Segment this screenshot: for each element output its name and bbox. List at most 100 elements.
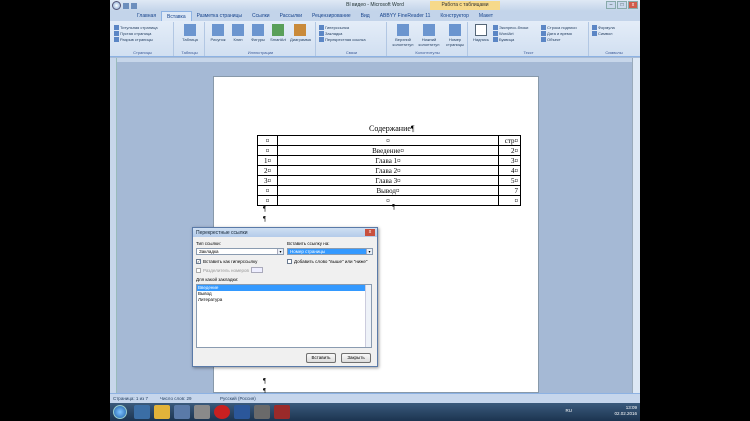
- toc-name-cell[interactable]: ¤: [277, 135, 499, 146]
- toc-name-cell[interactable]: Вывод¤: [277, 185, 499, 196]
- cross-reference-button[interactable]: Перекрестная ссылка: [319, 36, 384, 42]
- toc-num-cell[interactable]: ¤: [257, 135, 278, 146]
- toc-num-cell[interactable]: ¤: [257, 185, 278, 196]
- table-row[interactable]: ¤ ¤ стр¤: [257, 135, 521, 146]
- toc-num-cell[interactable]: 2¤: [257, 165, 278, 176]
- toc-page-cell[interactable]: стр¤: [498, 135, 521, 146]
- language-status[interactable]: Русский (Россия): [220, 396, 256, 401]
- close-button[interactable]: x: [628, 1, 638, 9]
- symbol-button[interactable]: Символ: [592, 30, 636, 36]
- tab-mailings[interactable]: Рассылки: [275, 11, 307, 21]
- tab-home[interactable]: Главная: [132, 11, 161, 21]
- toc-name-cell[interactable]: Глава 3¤: [277, 175, 499, 186]
- toc-page-cell[interactable]: 2¤: [498, 145, 521, 156]
- media-icon[interactable]: [174, 405, 190, 419]
- checkbox-checked-icon: ✓: [196, 259, 201, 264]
- tab-view[interactable]: Вид: [356, 11, 375, 21]
- toc-table[interactable]: ¤ ¤ стр¤ ¤ Введение¤ 2¤ 1¤ Глава 1¤ 3¤ 2¤ Глава 2¤…: [257, 135, 521, 206]
- hyperlink-checkbox[interactable]: ✓ Вставить как гиперссылку: [196, 259, 257, 264]
- vertical-scrollbar[interactable]: [632, 58, 640, 393]
- date-time-button[interactable]: Дата и время: [541, 30, 577, 36]
- above-below-checkbox[interactable]: Добавить слово "выше" или "ниже": [287, 259, 367, 264]
- status-bar: Страница: 1 из 7 Число слов: 29 Русский …: [110, 393, 640, 403]
- toc-title: Содержание¶: [369, 124, 415, 133]
- word-taskbar-icon[interactable]: [234, 405, 250, 419]
- tab-page-layout[interactable]: Разметка страницы: [192, 11, 247, 21]
- quick-parts-icon: [493, 24, 498, 30]
- table-row[interactable]: ¤ Введение¤ 2¤: [257, 145, 521, 156]
- table-row[interactable]: ¤ ¤ ¤: [257, 195, 521, 206]
- toc-page-cell[interactable]: ¤: [498, 195, 521, 206]
- shapes-button[interactable]: Фигуры: [248, 24, 268, 42]
- toc-num-cell[interactable]: ¤: [257, 195, 278, 206]
- toc-page-cell[interactable]: 7: [498, 185, 521, 196]
- table-button[interactable]: Таблица: [180, 24, 200, 42]
- reference-type-select[interactable]: Закладка ▾: [196, 248, 284, 255]
- start-button[interactable]: [113, 405, 127, 419]
- chart-button[interactable]: Диаграмма: [290, 24, 311, 42]
- insert-reference-label: Вставить ссылку на:: [287, 241, 330, 246]
- app-icon[interactable]: [194, 405, 210, 419]
- tab-review[interactable]: Рецензирование: [307, 11, 356, 21]
- insert-button[interactable]: Вставить: [306, 353, 336, 363]
- wordart-icon: [493, 30, 498, 36]
- tab-references[interactable]: Ссылки: [247, 11, 275, 21]
- separator-checkbox[interactable]: Разделитель номеров: [196, 267, 263, 273]
- clipart-button[interactable]: Клип: [228, 24, 248, 42]
- toc-num-cell[interactable]: 1¤: [257, 155, 278, 166]
- quick-parts-button[interactable]: Экспресс-блоки: [493, 24, 528, 30]
- table-row[interactable]: ¤ Вывод¤ 7: [257, 185, 521, 196]
- system-clock[interactable]: 13:09 02.02.2016: [614, 405, 637, 417]
- tab-design[interactable]: Конструктор: [435, 11, 474, 21]
- calendar-icon: [541, 30, 546, 36]
- toc-name-cell[interactable]: Введение¤: [277, 145, 499, 156]
- toc-num-cell[interactable]: ¤: [257, 145, 278, 156]
- tab-abbyy[interactable]: ABBYY FineReader 11: [375, 11, 436, 21]
- ie-icon[interactable]: [134, 405, 150, 419]
- toc-page-cell[interactable]: 3¤: [498, 155, 521, 166]
- table-row[interactable]: 2¤ Глава 2¤ 4¤: [257, 165, 521, 176]
- toc-name-cell[interactable]: Глава 2¤: [277, 165, 499, 176]
- language-indicator[interactable]: RU: [566, 408, 573, 413]
- group-name: Страницы: [133, 50, 152, 55]
- group-illustrations: Рисунок Клип Фигуры SmartArt Диаграмма И…: [206, 22, 316, 56]
- tab-insert[interactable]: Вставка: [161, 11, 192, 21]
- picture-button[interactable]: Рисунок: [208, 24, 228, 42]
- app-icon[interactable]: [274, 405, 290, 419]
- opera-icon[interactable]: [214, 405, 230, 419]
- app-icon[interactable]: [254, 405, 270, 419]
- table-row[interactable]: 3¤ Глава 3¤ 5¤: [257, 175, 521, 186]
- list-scrollbar[interactable]: [365, 285, 371, 347]
- toc-name-cell[interactable]: Глава 1¤: [277, 155, 499, 166]
- word-count[interactable]: Число слов: 29: [160, 396, 192, 401]
- maximize-button[interactable]: □: [617, 1, 627, 9]
- object-button[interactable]: Объект: [541, 36, 577, 42]
- toc-page-cell[interactable]: 4¤: [498, 165, 521, 176]
- insert-reference-select[interactable]: Номер страницы ▾: [287, 248, 373, 255]
- page-number-button[interactable]: Номер страницы: [442, 24, 468, 47]
- header-button[interactable]: Верхний колонтитул: [390, 24, 416, 47]
- dialog-close-button[interactable]: x: [365, 229, 375, 236]
- page-count[interactable]: Страница: 1 из 7: [113, 396, 148, 401]
- table-row[interactable]: 1¤ Глава 1¤ 3¤: [257, 155, 521, 166]
- toc-num-cell[interactable]: 3¤: [257, 175, 278, 186]
- explorer-icon[interactable]: [154, 405, 170, 419]
- list-item[interactable]: Литература: [197, 297, 371, 303]
- text-small-items: Экспресс-блоки WordArt Буквица: [493, 24, 528, 42]
- footer-button[interactable]: Нижний колонтитул: [416, 24, 442, 47]
- cancel-button[interactable]: Закрыть: [341, 353, 371, 363]
- page-break-button[interactable]: Разрыв страницы: [114, 36, 171, 42]
- cross-reference-dialog: Перекрестные ссылки x Тип ссылки: Заклад…: [192, 227, 378, 367]
- separator-input[interactable]: [250, 267, 263, 273]
- group-name: Колонтитулы: [415, 50, 440, 55]
- dropcap-button[interactable]: Буквица: [493, 36, 528, 42]
- tab-layout[interactable]: Макет: [474, 11, 498, 21]
- reference-type-label: Тип ссылки:: [196, 241, 221, 246]
- bookmark-list[interactable]: Введение Вывод Литература: [196, 284, 372, 348]
- toc-name-cell[interactable]: ¤: [277, 195, 499, 206]
- signature-line-button[interactable]: Строка подписи: [541, 24, 577, 30]
- minimize-button[interactable]: –: [606, 1, 616, 9]
- toc-page-cell[interactable]: 5¤: [498, 175, 521, 186]
- textbox-button[interactable]: Надпись: [471, 24, 491, 42]
- smartart-button[interactable]: SmartArt: [268, 24, 288, 42]
